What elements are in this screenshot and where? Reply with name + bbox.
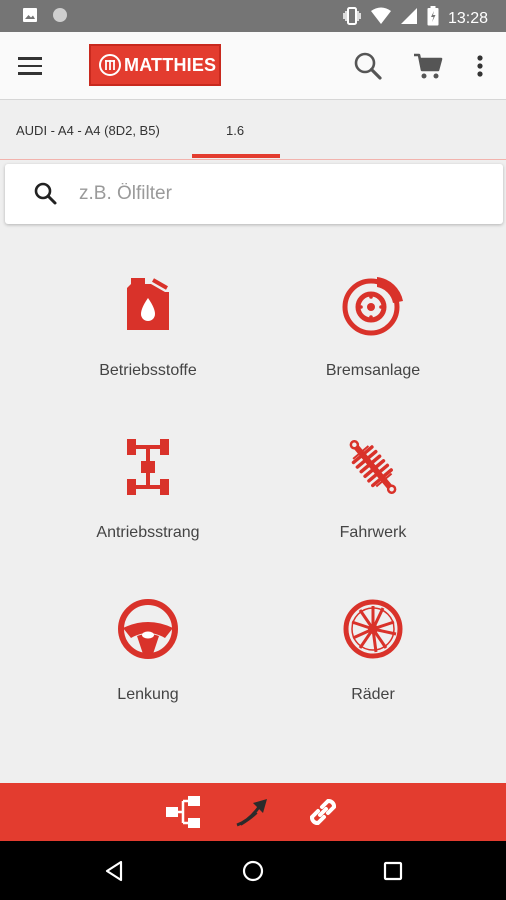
category-label: Fahrwerk bbox=[339, 524, 407, 541]
system-nav-bar bbox=[0, 841, 506, 900]
share-icon[interactable] bbox=[162, 791, 204, 833]
tab-engine-label: 1.6 bbox=[226, 122, 245, 138]
brake-disc-icon bbox=[338, 270, 408, 340]
wheel-rim-icon bbox=[338, 594, 408, 664]
logo-text: MATTHIES bbox=[124, 54, 217, 75]
category-label: Räder bbox=[351, 686, 395, 703]
search-input[interactable] bbox=[79, 179, 479, 209]
shock-absorber-icon bbox=[338, 432, 408, 502]
category-label: Betriebsstoffe bbox=[99, 362, 197, 379]
status-bar: 13:28 bbox=[0, 0, 506, 32]
app-bar: MATTHIES bbox=[0, 32, 506, 100]
battery-icon bbox=[427, 6, 439, 31]
dot-icon bbox=[52, 7, 68, 28]
category-bremsanlage[interactable]: Bremsanlage bbox=[273, 250, 473, 400]
tab-vehicle-label: AUDI - A4 - A4 (8D2, B5) bbox=[16, 122, 160, 138]
category-lenkung[interactable]: Lenkung bbox=[48, 574, 248, 724]
vibrate-icon bbox=[342, 6, 362, 31]
link-icon[interactable] bbox=[302, 791, 344, 833]
menu-icon[interactable] bbox=[18, 52, 52, 80]
tab-engine[interactable]: 1.6 bbox=[226, 100, 244, 160]
vehicle-tabs: AUDI - A4 - A4 (8D2, B5) 1.6 bbox=[0, 100, 506, 160]
search-icon[interactable] bbox=[352, 50, 384, 82]
more-vert-icon[interactable] bbox=[464, 50, 496, 82]
tab-active-indicator bbox=[192, 154, 280, 158]
category-raeder[interactable]: Räder bbox=[273, 574, 473, 724]
category-label: Antriebsstrang bbox=[96, 524, 200, 541]
home-icon[interactable] bbox=[239, 857, 267, 885]
category-label: Lenkung bbox=[117, 686, 179, 703]
back-icon[interactable] bbox=[100, 857, 128, 885]
cart-icon[interactable] bbox=[412, 50, 444, 82]
drivetrain-icon bbox=[113, 432, 183, 502]
steering-wheel-icon bbox=[113, 594, 183, 664]
search-bar[interactable] bbox=[5, 164, 503, 224]
category-label: Bremsanlage bbox=[325, 362, 421, 379]
search-field-icon bbox=[33, 181, 59, 212]
arrow-icon[interactable] bbox=[232, 791, 274, 833]
status-time: 13:28 bbox=[447, 9, 488, 27]
logo-mark-icon bbox=[99, 54, 121, 76]
oil-canister-icon bbox=[113, 270, 183, 340]
category-antriebsstrang[interactable]: Antriebsstrang bbox=[48, 412, 248, 562]
bottom-action-bar bbox=[0, 783, 506, 841]
image-icon bbox=[22, 7, 38, 28]
matthies-logo[interactable]: MATTHIES bbox=[89, 44, 221, 86]
tab-vehicle[interactable]: AUDI - A4 - A4 (8D2, B5) bbox=[16, 100, 160, 160]
category-betriebsstoffe[interactable]: Betriebsstoffe bbox=[48, 250, 248, 400]
wifi-icon bbox=[370, 7, 391, 30]
recents-icon[interactable] bbox=[379, 857, 407, 885]
signal-icon bbox=[400, 7, 418, 30]
category-fahrwerk[interactable]: Fahrwerk bbox=[273, 412, 473, 562]
